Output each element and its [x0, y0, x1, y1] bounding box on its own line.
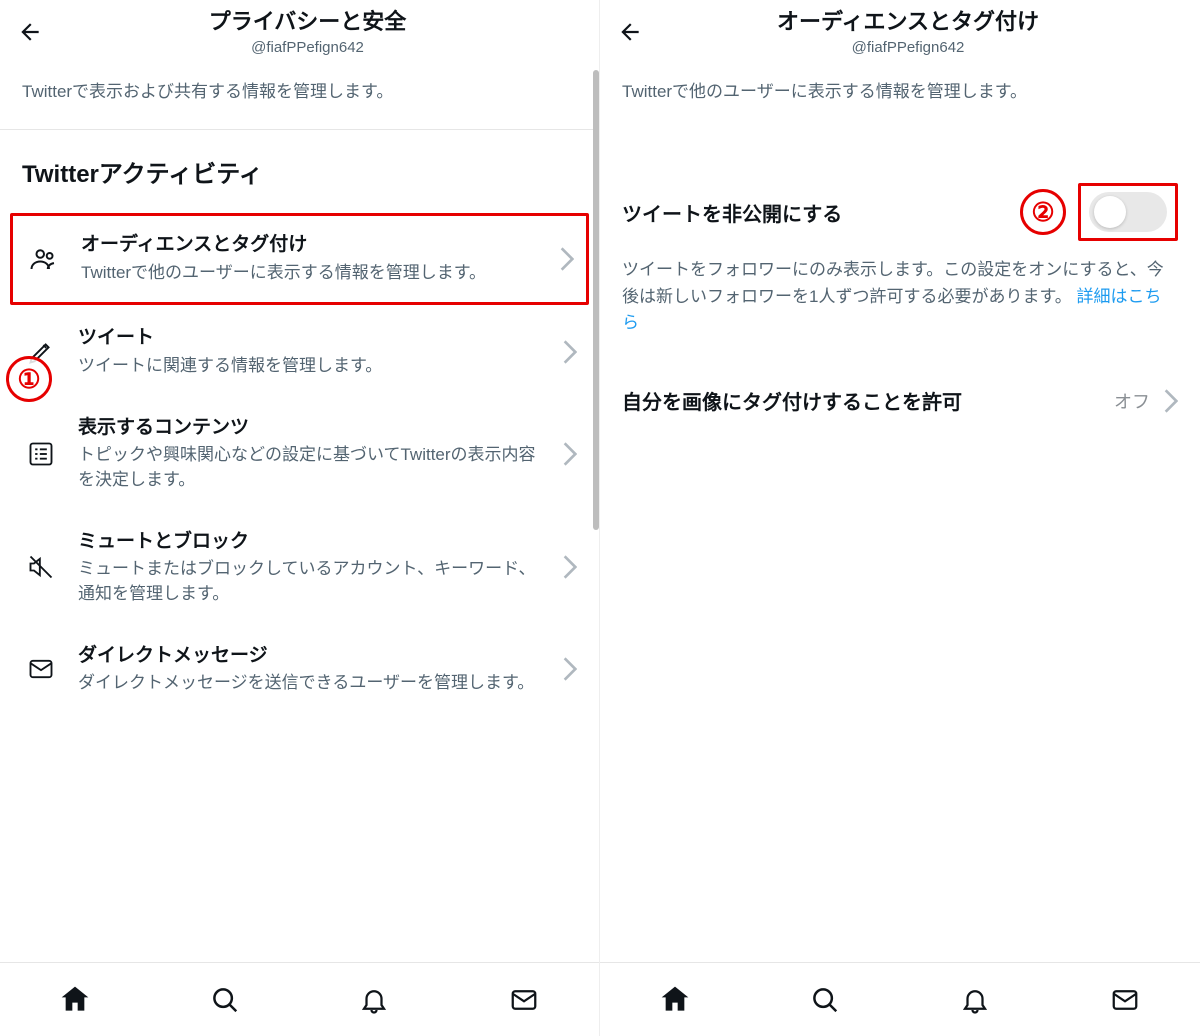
tab-messages[interactable] [504, 980, 544, 1020]
protect-tweets-desc: ツイートをフォロワーにのみ表示します。この設定をオンにすると、今後は新しいフォロ… [622, 257, 1178, 336]
tab-search[interactable] [205, 980, 245, 1020]
photo-tagging-label: 自分を画像にタグ付けすることを許可 [622, 386, 1100, 415]
annotation-1: ① [6, 356, 52, 402]
back-button[interactable] [612, 14, 648, 50]
back-arrow-icon [617, 19, 643, 45]
page-title: オーディエンスとタグ付け [668, 8, 1148, 37]
item-title: ツイート [78, 325, 545, 352]
header: プライバシーと安全 @fiafPPefign642 [0, 0, 599, 62]
item-desc: Twitterで他のユーザーに表示する情報を管理します。 [81, 261, 542, 286]
item-title: 表示するコンテンツ [78, 415, 545, 442]
item-title: ダイレクトメッセージ [78, 643, 545, 670]
home-icon [659, 984, 691, 1016]
bell-icon [359, 985, 389, 1015]
item-title: ミュートとブロック [78, 529, 545, 556]
item-title: オーディエンスとタグ付け [81, 232, 542, 259]
item-desc: ツイートに関連する情報を管理します。 [78, 354, 545, 379]
people-icon [25, 244, 63, 274]
handle: @fiafPPefign642 [668, 39, 1148, 56]
tab-notifications[interactable] [955, 980, 995, 1020]
privacy-safety-panel: プライバシーと安全 @fiafPPefign642 Twitterで表示および共… [0, 0, 600, 1036]
tab-search[interactable] [805, 980, 845, 1020]
scrollbar[interactable] [593, 70, 599, 530]
protect-tweets-setting: ツイートを非公開にする ② ツイートをフォロワーにのみ表示します。この設定をオン… [600, 159, 1200, 336]
chevron-right-icon [563, 657, 577, 681]
list-item-direct-messages[interactable]: ダイレクトメッセージ ダイレクトメッセージを送信できるユーザーを管理します。 [0, 624, 599, 714]
chevron-right-icon [563, 340, 577, 364]
tab-notifications[interactable] [354, 980, 394, 1020]
envelope-icon [509, 985, 539, 1015]
item-desc: トピックや興味関心などの設定に基づいてTwitterの表示内容を決定します。 [78, 443, 545, 492]
list-box-icon [22, 440, 60, 468]
protect-tweets-toggle[interactable] [1089, 192, 1167, 232]
chevron-right-icon [563, 555, 577, 579]
photo-tagging-item[interactable]: 自分を画像にタグ付けすることを許可 オフ [600, 356, 1200, 445]
toggle-highlight [1078, 183, 1178, 241]
chevron-right-icon [1164, 389, 1178, 413]
envelope-icon [1110, 985, 1140, 1015]
protect-tweets-label: ツイートを非公開にする [622, 198, 1008, 227]
annotation-2: ② [1020, 189, 1066, 235]
chevron-right-icon [563, 442, 577, 466]
settings-list: オーディエンスとタグ付け Twitterで他のユーザーに表示する情報を管理します… [0, 211, 599, 962]
audience-tagging-panel: オーディエンスとタグ付け @fiafPPefign642 Twitterで他のユ… [600, 0, 1200, 1036]
mute-icon [22, 553, 60, 581]
chevron-right-icon [560, 247, 574, 271]
home-icon [59, 984, 91, 1016]
page-description: Twitterで表示および共有する情報を管理します。 [0, 62, 599, 130]
list-item-content-you-see[interactable]: 表示するコンテンツ トピックや興味関心などの設定に基づいてTwitterの表示内… [0, 397, 599, 511]
back-button[interactable] [12, 14, 48, 50]
tab-bar [600, 962, 1200, 1036]
bell-icon [960, 985, 990, 1015]
page-description: Twitterで他のユーザーに表示する情報を管理します。 [600, 62, 1200, 130]
item-desc: ミュートまたはブロックしているアカウント、キーワード、通知を管理します。 [78, 557, 545, 606]
list-item-mute-block[interactable]: ミュートとブロック ミュートまたはブロックしているアカウント、キーワード、通知を… [0, 511, 599, 625]
tab-home[interactable] [655, 980, 695, 1020]
toggle-thumb [1094, 196, 1126, 228]
list-item-tweets[interactable]: ツイート ツイートに関連する情報を管理します。 [0, 307, 599, 397]
photo-tagging-value: オフ [1114, 388, 1150, 414]
tab-home[interactable] [55, 980, 95, 1020]
handle: @fiafPPefign642 [68, 39, 547, 56]
search-icon [210, 985, 240, 1015]
item-desc: ダイレクトメッセージを送信できるユーザーを管理します。 [78, 671, 545, 696]
list-item-audience-tagging[interactable]: オーディエンスとタグ付け Twitterで他のユーザーに表示する情報を管理します… [10, 213, 589, 304]
search-icon [810, 985, 840, 1015]
tab-bar [0, 962, 599, 1036]
envelope-icon [22, 655, 60, 683]
header: オーディエンスとタグ付け @fiafPPefign642 [600, 0, 1200, 62]
page-title: プライバシーと安全 [68, 8, 547, 37]
tab-messages[interactable] [1105, 980, 1145, 1020]
back-arrow-icon [17, 19, 43, 45]
section-title: Twitterアクティビティ [0, 130, 599, 211]
